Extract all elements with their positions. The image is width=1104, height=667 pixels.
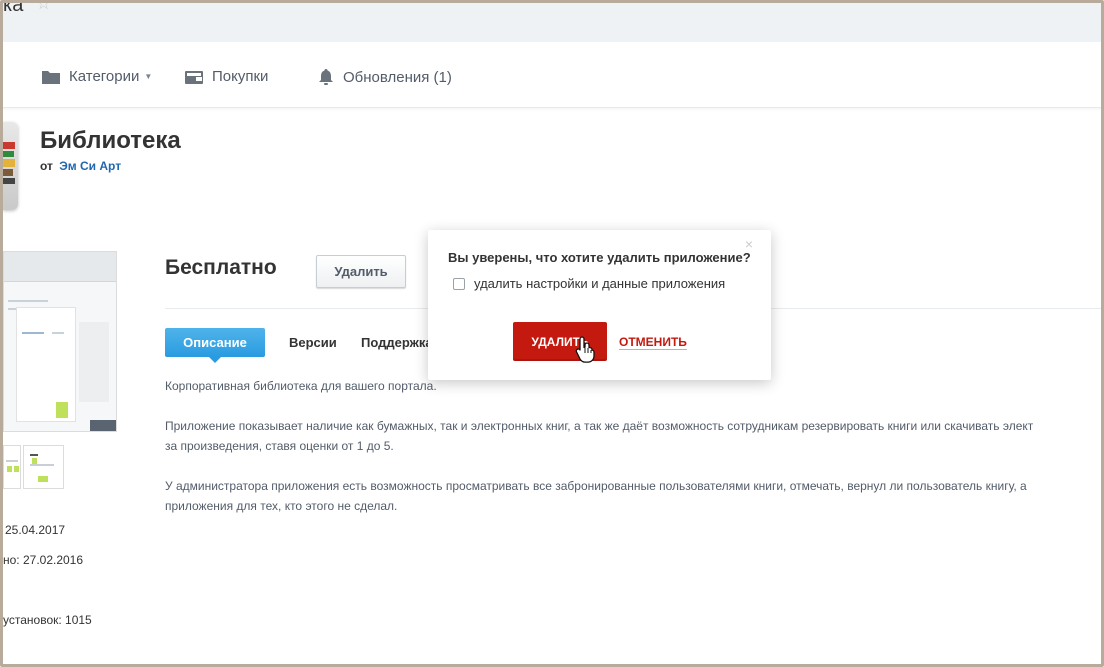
app-icon xyxy=(3,122,18,210)
tab-versions[interactable]: Версии xyxy=(289,328,337,357)
hand-cursor-icon xyxy=(575,335,597,368)
cancel-button[interactable]: ОТМЕНИТЬ xyxy=(619,335,687,350)
screenshot-thumb-2[interactable] xyxy=(23,445,64,489)
app-author: от Эм Си Арт xyxy=(40,159,121,173)
screenshot-preview[interactable] xyxy=(3,251,117,432)
nav-purchases-label: Покупки xyxy=(212,68,269,85)
chevron-down-icon: ▼ xyxy=(144,72,153,81)
tab-support[interactable]: Поддержка xyxy=(361,328,433,357)
author-prefix: от xyxy=(40,159,53,173)
nav-purchases[interactable]: Покупки xyxy=(184,68,268,85)
page-title-fragment: ка xyxy=(3,0,24,16)
author-link[interactable]: Эм Си Арт xyxy=(59,159,121,173)
description-line-3: за произведения, ставя оценки от 1 до 5. xyxy=(165,439,394,453)
nav-updates-label: Обновления (1) xyxy=(343,68,452,86)
updated-date: 25.04.2017 xyxy=(5,523,66,537)
delete-confirm-dialog: × Вы уверены, что хотите удалить приложе… xyxy=(428,230,771,380)
bell-icon xyxy=(317,68,335,86)
description-line-4: У администратора приложения есть возможн… xyxy=(165,479,1027,493)
star-icon[interactable]: ☆ xyxy=(36,0,51,14)
delete-settings-checkbox[interactable] xyxy=(453,277,465,290)
install-count: установок: 1015 xyxy=(3,613,92,627)
dialog-question: Вы уверены, что хотите удалить приложени… xyxy=(448,250,751,265)
description-paragraph-1: Корпоративная библиотека для вашего порт… xyxy=(165,379,437,393)
folder-icon xyxy=(41,69,61,85)
top-navigation: Категории ▼ Покупки Обновления (1) xyxy=(3,42,1101,108)
wallet-icon xyxy=(184,69,204,85)
remove-button[interactable]: Удалить xyxy=(316,255,406,288)
published-date: но: 27.02.2016 xyxy=(3,553,84,567)
close-icon[interactable]: × xyxy=(745,237,753,251)
nav-categories[interactable]: Категории ▼ xyxy=(41,68,152,85)
delete-settings-label: удалить настройки и данные приложения xyxy=(474,276,726,291)
nav-categories-label: Категории xyxy=(69,68,140,85)
screenshot-thumb-1[interactable] xyxy=(3,445,21,489)
app-title: Библиотека xyxy=(40,127,181,154)
description-line-5: приложения для тех, кто этого не сделал. xyxy=(165,499,398,513)
tab-description[interactable]: Описание xyxy=(165,328,265,363)
title-bar: ка ☆ xyxy=(3,0,1101,42)
app-price: Бесплатно xyxy=(165,256,277,279)
description-line-2: Приложение показывает наличие как бумажн… xyxy=(165,419,1034,433)
nav-updates[interactable]: Обновления (1) xyxy=(317,68,452,86)
delete-settings-option[interactable]: удалить настройки и данные приложения xyxy=(453,276,725,291)
